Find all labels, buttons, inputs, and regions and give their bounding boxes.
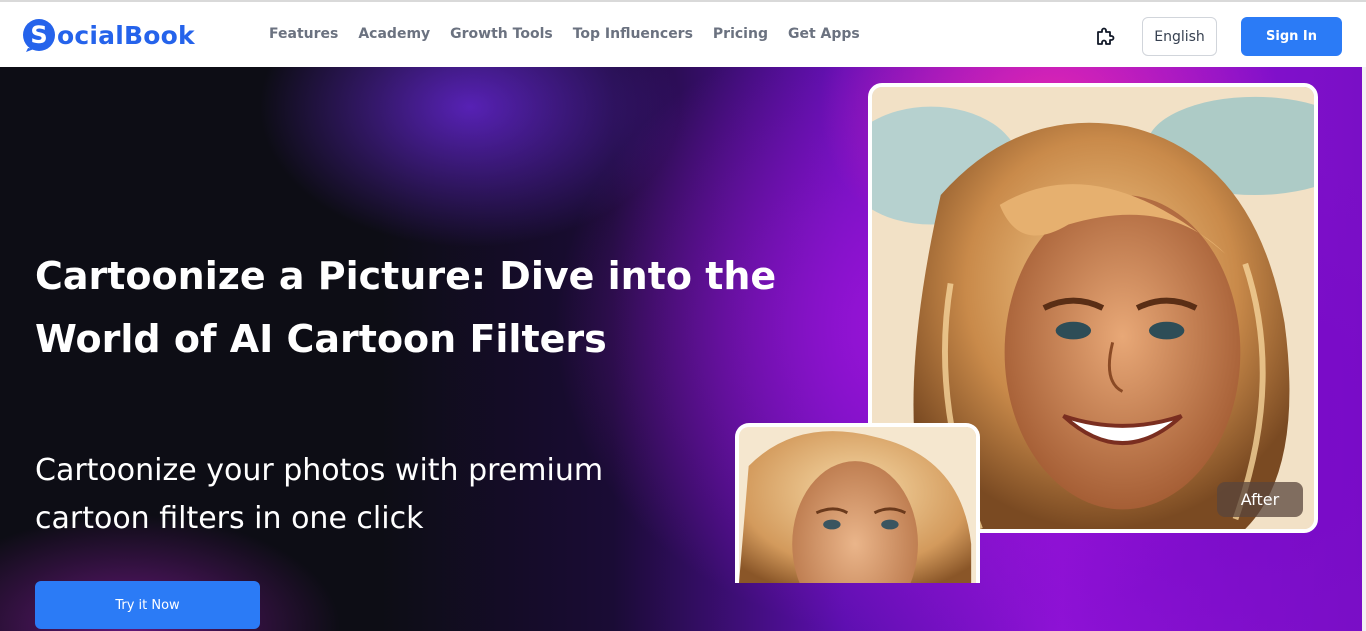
hero-subhead-line1: Cartoonize your photos with premium — [35, 453, 604, 488]
nav-features[interactable]: Features — [269, 26, 338, 42]
hero-headline-line1: Cartoonize a Picture: Dive into the — [35, 254, 777, 298]
hero-headline: Cartoonize a Picture: Dive into the Worl… — [35, 245, 815, 371]
top-navbar: S ocialBook Features Academy Growth Tool… — [0, 0, 1366, 67]
svg-text:S: S — [30, 21, 47, 49]
original-portrait-image — [739, 427, 976, 583]
nav-top-influencers[interactable]: Top Influencers — [573, 26, 693, 42]
main-nav: Features Academy Growth Tools Top Influe… — [269, 26, 880, 42]
hero-subheadline: Cartoonize your photos with premium cart… — [35, 447, 675, 543]
try-it-now-button[interactable]: Try it Now — [35, 581, 260, 629]
brand-name: ocialBook — [57, 20, 195, 50]
hero-headline-line2: World of AI Cartoon Filters — [35, 317, 607, 361]
hero-subhead-line2: cartoon filters in one click — [35, 501, 424, 536]
original-before-photo — [735, 423, 980, 583]
nav-academy[interactable]: Academy — [358, 26, 430, 42]
socialbook-logo-icon: S — [23, 19, 55, 52]
socialbook-logo[interactable]: S ocialBook — [22, 17, 195, 53]
puzzle-icon[interactable] — [1093, 24, 1117, 48]
after-label-badge: After — [1217, 482, 1303, 517]
nav-growth-tools[interactable]: Growth Tools — [450, 26, 553, 42]
sign-in-button[interactable]: Sign In — [1241, 17, 1342, 56]
nav-get-apps[interactable]: Get Apps — [788, 26, 860, 42]
page-scrollbar[interactable] — [1362, 67, 1366, 631]
language-select-button[interactable]: English — [1142, 17, 1217, 56]
nav-pricing[interactable]: Pricing — [713, 26, 768, 42]
